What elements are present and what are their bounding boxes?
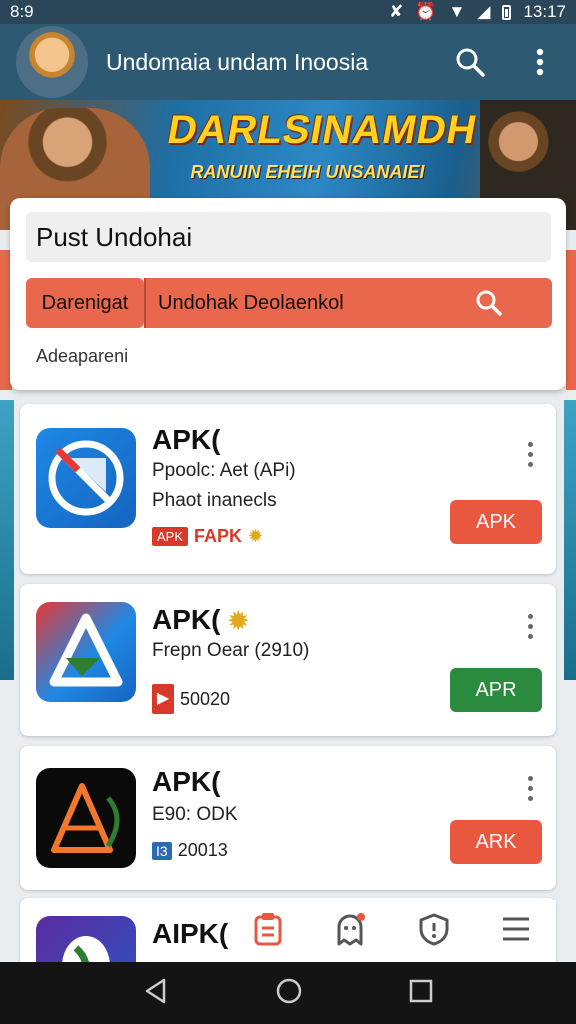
app-meta: ▶ 50020	[152, 684, 230, 714]
app-developer: Frepn Oear (2910)	[152, 640, 310, 661]
search-card: Pust Undohai Darenigat Undohak Deolaenko…	[10, 198, 566, 390]
back-icon	[146, 978, 166, 1003]
search-button[interactable]	[448, 40, 492, 84]
app-icon	[36, 916, 136, 962]
app-icon	[36, 602, 136, 702]
download-button[interactable]: ARK	[450, 820, 542, 864]
status-time: 8:9	[10, 2, 34, 21]
system-nav-bar	[0, 962, 576, 1024]
recents-icon	[409, 979, 432, 1002]
download-button[interactable]: APK	[450, 500, 542, 544]
shield-icon	[419, 913, 449, 945]
item-menu-button[interactable]	[518, 614, 542, 639]
search-submit-label: Undohak Deolaenkol	[158, 292, 344, 314]
battery-icon	[502, 4, 512, 20]
tab-apps[interactable]	[253, 912, 283, 951]
signal-off-icon: ✘	[389, 2, 404, 21]
app-developer: E90: ODK	[152, 804, 238, 825]
star-icon: ✹	[248, 526, 264, 546]
ghost-icon	[337, 912, 365, 945]
background-strip	[564, 400, 576, 680]
filter-button[interactable]: Darenigat	[26, 278, 144, 328]
download-button[interactable]: APR	[450, 668, 542, 712]
app-icon	[36, 768, 136, 868]
app-meta: I3 20013	[152, 840, 228, 861]
status-bar: 8:9 ✘ ⏰ ▼ ◢ 13:17	[0, 0, 576, 24]
app-developer: Ppoolc: Aet (APi)	[152, 460, 296, 481]
clipboard-icon	[254, 912, 282, 945]
tab-security[interactable]	[417, 912, 451, 951]
more-vert-icon	[536, 48, 544, 76]
app-title: Undomaia undam Inoosia	[106, 48, 369, 75]
app-name: APK(	[152, 424, 221, 455]
app-bar: Undomaia undam Inoosia	[0, 24, 576, 100]
search-input[interactable]: Pust Undohai	[26, 212, 551, 262]
wifi-icon: ▼	[448, 2, 466, 21]
background-strip	[566, 250, 576, 390]
search-icon	[456, 48, 485, 77]
cell-signal-icon: ◢	[477, 2, 491, 21]
app-name: AIPK(	[152, 918, 229, 949]
search-icon	[476, 290, 502, 316]
app-icon	[36, 428, 136, 528]
play-store-icon: ▶	[152, 684, 174, 714]
bottom-tab-bar	[228, 900, 556, 962]
download-count: 50020	[180, 688, 231, 709]
app-badges: APK FAPK ✹	[152, 526, 263, 547]
app-name: APK( ✹	[152, 604, 249, 635]
tab-games[interactable]	[333, 912, 367, 951]
alarm-icon: ⏰	[415, 2, 437, 21]
tab-menu[interactable]	[501, 915, 531, 948]
item-menu-button[interactable]	[518, 776, 542, 801]
item-menu-button[interactable]	[518, 442, 542, 467]
sparkle-icon: ✹	[228, 608, 249, 635]
background-strip	[0, 400, 14, 680]
app-name: APK(	[152, 766, 221, 797]
status-clock: 13:17	[523, 2, 566, 21]
version-badge: I3	[152, 841, 172, 860]
banner-subline: RANUIN EHEIH UNSANAIEI	[190, 162, 425, 182]
app-category: Phaot inanecls	[152, 490, 277, 511]
download-count: 20013	[177, 840, 228, 860]
apk-badge-text: FAPK	[194, 526, 243, 546]
search-submit-button[interactable]: Undohak Deolaenkol	[144, 278, 552, 328]
search-hint: Adeapareni	[36, 346, 129, 366]
status-icons: ✘ ⏰ ▼ ◢ 13:17	[389, 2, 566, 22]
banner-headline: DARLSINAMDH	[164, 108, 481, 152]
app-list-item[interactable]: APK( Ppoolc: Aet (APi) Phaot inanecls AP…	[20, 404, 556, 574]
recents-button[interactable]	[408, 978, 434, 1009]
apk-badge: APK	[152, 527, 189, 546]
home-icon	[276, 978, 302, 1003]
overflow-menu-button[interactable]	[518, 40, 562, 84]
menu-icon	[503, 917, 529, 940]
app-list-item[interactable]: APK( E90: ODK I3 20013 ARK	[20, 746, 556, 890]
app-list-item[interactable]: APK( ✹ Frepn Oear (2910) ▶ 50020 APR	[20, 584, 556, 736]
back-button[interactable]	[142, 977, 170, 1010]
app-logo	[16, 26, 88, 98]
home-button[interactable]	[275, 977, 303, 1010]
